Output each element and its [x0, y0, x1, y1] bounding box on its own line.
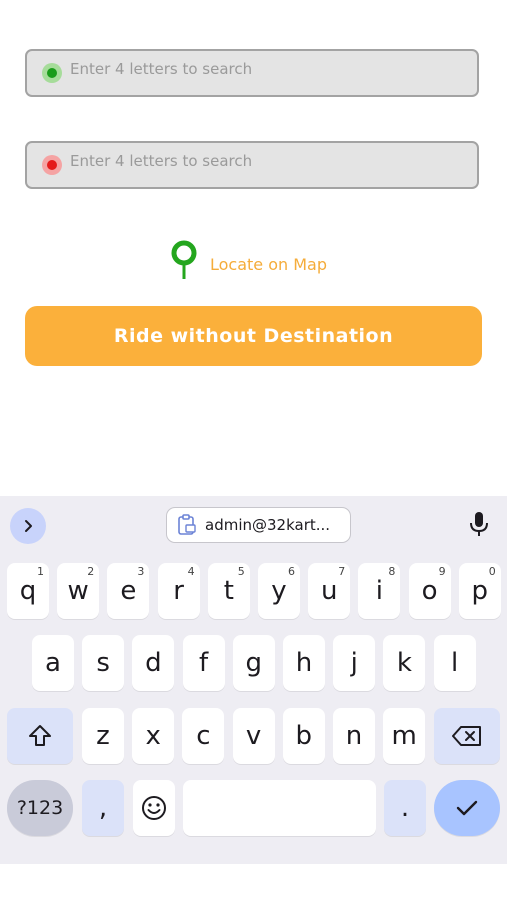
key-hint: 7: [338, 565, 346, 578]
key-label: p: [471, 576, 489, 606]
key-label: m: [391, 721, 417, 751]
key-hint: 6: [288, 565, 295, 578]
checkmark-icon: [456, 800, 478, 816]
locate-on-map-label: Locate on Map: [210, 254, 328, 274]
navigation-bar-area: [0, 864, 507, 900]
key-label: k: [396, 648, 412, 678]
key-label: g: [245, 648, 263, 678]
key-hint: 3: [137, 565, 145, 578]
key-p[interactable]: p0: [458, 563, 501, 619]
key-g[interactable]: g: [232, 635, 275, 691]
dropoff-search-input[interactable]: [70, 152, 450, 170]
space-key[interactable]: [183, 780, 376, 836]
clipboard-suggestion-chip[interactable]: admin@32kart...: [166, 507, 351, 543]
key-label: b: [295, 721, 313, 751]
key-m[interactable]: m: [383, 708, 426, 764]
key-z[interactable]: z: [82, 708, 124, 764]
ride-without-destination-button[interactable]: Ride without Destination: [25, 306, 482, 366]
key-f[interactable]: f: [182, 635, 225, 691]
shift-key[interactable]: [7, 708, 73, 764]
key-label: d: [145, 648, 162, 678]
key-label: z: [96, 721, 110, 751]
keyboard-toolbar: admin@32kart...: [0, 496, 507, 556]
key-hint: 9: [438, 565, 446, 578]
key-label: h: [295, 648, 313, 678]
key-n[interactable]: n: [333, 708, 375, 764]
emoji-icon: [142, 796, 166, 820]
key-label: r: [173, 576, 184, 606]
symbols-key[interactable]: ?123: [7, 780, 73, 836]
key-label: w: [67, 576, 89, 606]
shift-arrow-icon: [29, 725, 51, 746]
key-hint: 8: [388, 565, 396, 578]
key-hint: 4: [187, 565, 195, 578]
locate-on-map-link[interactable]: Locate on Map: [170, 240, 327, 284]
key-label: o: [421, 576, 438, 606]
key-l[interactable]: l: [433, 635, 476, 691]
microphone-icon[interactable]: [468, 510, 490, 542]
key-t[interactable]: t5: [207, 563, 250, 619]
on-screen-keyboard: admin@32kart... q1w2e3r4t5y6u7i8o9p0 asd…: [0, 496, 507, 864]
key-label: y: [271, 576, 287, 606]
key-c[interactable]: c: [182, 708, 225, 764]
key-y[interactable]: y6: [258, 563, 300, 619]
key-v[interactable]: v: [232, 708, 275, 764]
key-label: s: [96, 648, 110, 678]
period-key[interactable]: .: [384, 780, 426, 836]
clipboard-text: admin@32kart...: [205, 516, 331, 534]
key-hint: 1: [37, 565, 44, 578]
chevron-right-icon: [25, 520, 32, 532]
keyboard-expand-button[interactable]: [10, 508, 46, 544]
key-q[interactable]: q1: [7, 563, 49, 619]
pickup-dot-icon: [42, 63, 62, 83]
app-screen: Locate on Map Ride without Destination a…: [0, 0, 507, 900]
key-label: q: [19, 576, 37, 606]
key-label: j: [350, 648, 358, 678]
enter-key[interactable]: [434, 780, 500, 836]
key-u[interactable]: u7: [308, 563, 351, 619]
key-label: e: [120, 576, 137, 606]
key-e[interactable]: e3: [107, 563, 150, 619]
pickup-search-input[interactable]: [70, 60, 450, 78]
key-r[interactable]: r4: [157, 563, 200, 619]
key-o[interactable]: o9: [408, 563, 451, 619]
key-b[interactable]: b: [282, 708, 325, 764]
pickup-search-field[interactable]: [25, 49, 479, 97]
emoji-key[interactable]: [133, 780, 175, 836]
key-label: n: [345, 721, 363, 751]
comma-key[interactable]: ,: [82, 780, 124, 836]
key-label: u: [320, 576, 338, 606]
key-label: t: [223, 576, 234, 606]
key-label: l: [450, 648, 459, 678]
key-label: f: [199, 648, 209, 678]
map-pin-icon: [170, 240, 198, 284]
key-label: i: [375, 576, 383, 606]
dropoff-dot-icon: [42, 155, 62, 175]
key-a[interactable]: a: [32, 635, 74, 691]
key-hint: 5: [237, 565, 245, 578]
backspace-key[interactable]: [434, 708, 500, 764]
key-h[interactable]: h: [283, 635, 325, 691]
key-k[interactable]: k: [383, 635, 426, 691]
key-j[interactable]: j: [333, 635, 376, 691]
key-d[interactable]: d: [132, 635, 175, 691]
key-label: v: [245, 721, 262, 751]
dropoff-search-field[interactable]: [25, 141, 479, 189]
key-s[interactable]: s: [82, 635, 125, 691]
key-label: c: [196, 721, 211, 751]
key-x[interactable]: x: [132, 708, 175, 764]
key-label: x: [145, 721, 161, 751]
key-hint: 0: [488, 565, 496, 578]
backspace-icon: [452, 726, 481, 746]
key-hint: 2: [87, 565, 95, 578]
clipboard-icon: [177, 514, 197, 536]
key-w[interactable]: w2: [57, 563, 100, 619]
key-i[interactable]: i8: [358, 563, 401, 619]
key-label: a: [45, 648, 61, 678]
